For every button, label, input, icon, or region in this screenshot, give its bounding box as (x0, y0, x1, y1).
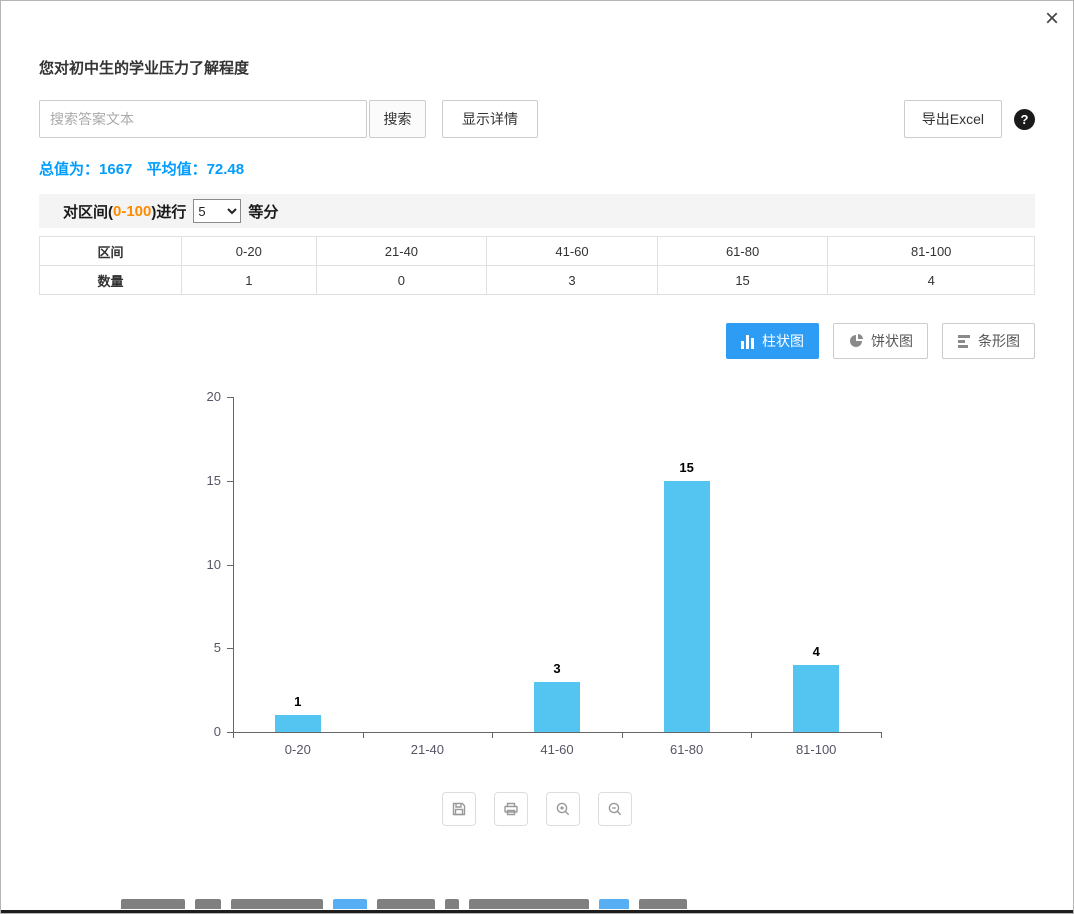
table-cell: 0 (316, 266, 487, 295)
print-icon[interactable] (494, 792, 528, 826)
y-axis-label: 20 (177, 389, 221, 404)
x-axis-tick (363, 732, 364, 738)
bar-chart: 0 5 10 15 20 0-20 1 21-4041-60 3 61-80 15 81-100 4 (39, 385, 1035, 780)
table-cell: 21-40 (316, 237, 487, 266)
table-header-interval: 区间 (40, 237, 182, 266)
y-axis-tick (227, 565, 233, 566)
bar-value-label: 15 (622, 460, 752, 475)
pie-chart-button-label: 饼状图 (871, 331, 913, 351)
window-bottom-edge (1, 910, 1073, 913)
x-axis-label: 61-80 (622, 742, 752, 757)
help-icon[interactable]: ? (1014, 109, 1035, 130)
export-excel-button[interactable]: 导出Excel (904, 100, 1002, 138)
x-axis-tick (881, 732, 882, 738)
interval-range: 0-100 (113, 203, 151, 220)
search-button[interactable]: 搜索 (369, 100, 426, 138)
interval-text-suffix: 等分 (248, 201, 278, 222)
y-axis-label: 15 (177, 473, 221, 488)
save-icon[interactable] (442, 792, 476, 826)
y-axis-tick (227, 481, 233, 482)
zoom-in-icon[interactable] (546, 792, 580, 826)
clipped-text-fragment (469, 899, 589, 909)
y-axis-tick (227, 397, 233, 398)
stats-line: 总值为：1667 平均值：72.48 (39, 158, 1035, 179)
x-axis-label: 21-40 (363, 742, 493, 757)
close-icon[interactable]: × (1045, 5, 1059, 33)
interval-count-table: 区间 0-20 21-40 41-60 61-80 81-100 数量 1 0 … (39, 236, 1035, 295)
table-cell: 0-20 (182, 237, 317, 266)
x-axis-tick (492, 732, 493, 738)
y-axis-line (233, 397, 234, 732)
average-value: 72.48 (207, 161, 245, 178)
chart-type-switcher: 柱状图 饼状图 条形图 (39, 323, 1035, 359)
x-axis-tick (751, 732, 752, 738)
clipped-text-fragment (195, 899, 221, 909)
table-row: 区间 0-20 21-40 41-60 61-80 81-100 (40, 237, 1035, 266)
total-value: 1667 (99, 161, 132, 178)
bar (664, 481, 710, 732)
bar-value-label: 1 (233, 694, 363, 709)
bar (534, 682, 580, 732)
table-cell: 15 (657, 266, 828, 295)
x-axis-tick (233, 732, 234, 738)
clipped-text-fragment (121, 899, 185, 909)
interval-text-middle: )进行 (151, 201, 186, 222)
x-axis-label: 0-20 (233, 742, 363, 757)
table-cell: 61-80 (657, 237, 828, 266)
bar-chart-button[interactable]: 柱状图 (726, 323, 819, 359)
clipped-next-question-row (121, 899, 973, 909)
table-cell: 4 (828, 266, 1035, 295)
average-label: 平均值： (147, 161, 207, 178)
show-details-button[interactable]: 显示详情 (442, 100, 538, 138)
table-cell: 1 (182, 266, 317, 295)
x-axis-tick (622, 732, 623, 738)
equal-parts-select[interactable]: 5 (193, 199, 241, 223)
toolbar-row: 搜索 显示详情 导出Excel ? (39, 100, 1035, 138)
question-title: 您对初中生的学业压力了解程度 (39, 57, 1035, 78)
pie-chart-button[interactable]: 饼状图 (833, 323, 928, 359)
bar (275, 715, 321, 732)
interval-settings-band: 对区间(0-100)进行 5 等分 (39, 194, 1035, 228)
clipped-text-fragment (445, 899, 459, 909)
interval-text-prefix: 对区间( (63, 201, 113, 222)
y-axis-label: 0 (177, 724, 221, 739)
y-axis-label: 10 (177, 557, 221, 572)
clipped-text-fragment (377, 899, 435, 909)
table-row: 数量 1 0 3 15 4 (40, 266, 1035, 295)
modal-content: 您对初中生的学业压力了解程度 搜索 显示详情 导出Excel ? 总值为：166… (1, 57, 1073, 826)
clipped-text-fragment (599, 899, 629, 909)
hbar-chart-button-label: 条形图 (978, 331, 1020, 351)
bar (793, 665, 839, 732)
clipped-text-fragment (333, 899, 367, 909)
answer-search-input[interactable] (39, 100, 367, 138)
hbar-chart-button[interactable]: 条形图 (942, 323, 1035, 359)
total-label: 总值为： (39, 161, 99, 178)
x-axis-label: 41-60 (492, 742, 622, 757)
table-cell: 81-100 (828, 237, 1035, 266)
y-axis-label: 5 (177, 640, 221, 655)
table-header-count: 数量 (40, 266, 182, 295)
table-cell: 3 (487, 266, 658, 295)
table-cell: 41-60 (487, 237, 658, 266)
bar-value-label: 3 (492, 661, 622, 676)
chart-toolbox (39, 792, 1035, 826)
bar-value-label: 4 (751, 644, 881, 659)
statistics-modal: × 您对初中生的学业压力了解程度 搜索 显示详情 导出Excel ? 总值为：1… (0, 0, 1074, 914)
x-axis-line (233, 732, 882, 733)
y-axis-tick (227, 648, 233, 649)
hbar-chart-icon (957, 334, 971, 349)
clipped-text-fragment (639, 899, 687, 909)
bar-chart-button-label: 柱状图 (762, 331, 804, 351)
zoom-out-icon[interactable] (598, 792, 632, 826)
bar-chart-icon (741, 334, 755, 349)
x-axis-label: 81-100 (751, 742, 881, 757)
clipped-text-fragment (231, 899, 323, 909)
pie-chart-icon (848, 333, 864, 349)
